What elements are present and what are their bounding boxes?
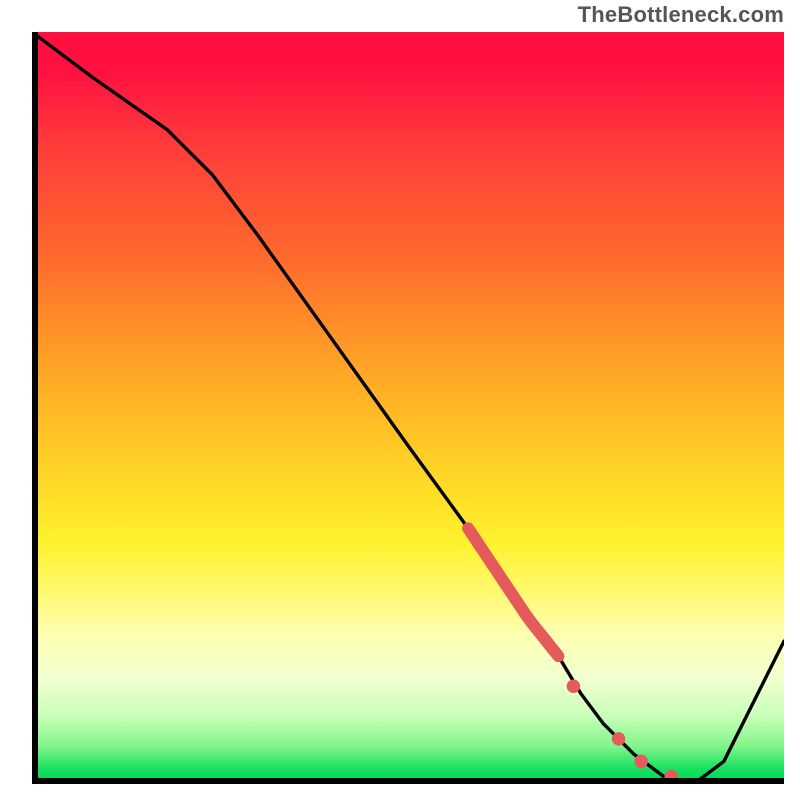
highlight-dot: [664, 770, 678, 784]
highlight-dot: [612, 732, 626, 746]
plot-area: [32, 32, 784, 784]
highlight-dot: [567, 679, 581, 693]
watermark-text: TheBottleneck.com: [578, 2, 784, 28]
highlight-segment: [468, 528, 558, 656]
chart-container: TheBottleneck.com: [0, 0, 800, 800]
bottleneck-curve: [32, 32, 784, 784]
highlight-dot: [634, 755, 648, 769]
curve-layer: [32, 32, 784, 784]
